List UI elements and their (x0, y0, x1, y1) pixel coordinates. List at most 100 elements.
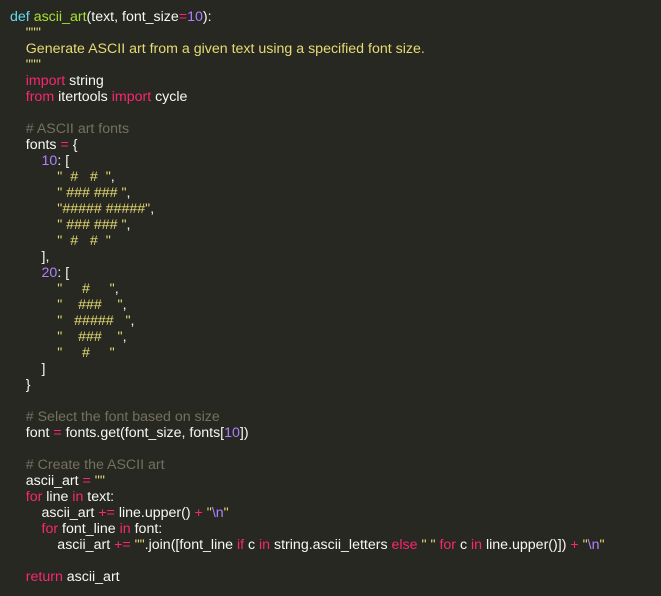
code-token: " # " (10, 345, 115, 361)
code-line: " ### ### ", (10, 217, 661, 233)
code-line: "##### #####", (10, 201, 661, 217)
code-token: (text, font_size (86, 9, 179, 25)
code-token: for (10, 521, 59, 537)
code-line: """ (10, 57, 661, 73)
code-token: Generate ASCII art from a given text usi… (10, 41, 425, 57)
code-token: font_line (58, 521, 120, 537)
code-line: Generate ASCII art from a given text usi… (10, 41, 661, 57)
code-token: " (223, 505, 229, 521)
code-line: ascii_art += "".join([font_line if c in … (10, 537, 661, 553)
code-token: " # # " (10, 233, 111, 249)
code-token: ): (202, 9, 212, 25)
code-token: = (178, 9, 188, 25)
code-line: return ascii_art (10, 569, 661, 585)
code-line: # Select the font based on size (10, 409, 661, 425)
code-token: " (599, 537, 605, 553)
code-token: "" (130, 537, 145, 553)
code-token: ascii_art (10, 473, 83, 489)
code-token: \n (587, 537, 600, 553)
code-token: " (202, 505, 212, 521)
code-line: " ### ### ", (10, 185, 661, 201)
code-token: from (10, 89, 55, 105)
code-token: line.upper() (114, 505, 195, 521)
code-token: : [ (57, 265, 70, 281)
code-line: " # # " (10, 233, 661, 249)
code-token: cycle (151, 89, 188, 105)
code-line: " ##### ", (10, 313, 661, 329)
code-line: for line in text: (10, 489, 661, 505)
code-token: if (236, 537, 245, 553)
code-token: for (10, 489, 43, 505)
code-line: ascii_art = "" (10, 473, 661, 489)
code-token: " ##### " (10, 313, 131, 329)
code-token: """ (10, 25, 41, 41)
code-token: = (60, 137, 69, 153)
code-token: c (456, 537, 471, 553)
code-token: """ (10, 57, 41, 73)
code-token: font: (130, 521, 163, 537)
code-token: , (126, 185, 131, 201)
code-token: , (130, 313, 135, 329)
code-line: import string (10, 73, 661, 89)
code-token: " ### " (10, 297, 123, 313)
code-token: in (72, 489, 84, 505)
code-line: fonts = { (10, 137, 661, 153)
code-token: .join([font_line (144, 537, 237, 553)
code-token: : [ (57, 153, 70, 169)
code-token: line.upper()]) (482, 537, 571, 553)
code-line: ascii_art += line.upper() + "\n" (10, 505, 661, 521)
code-token: for (435, 537, 457, 553)
code-line: 20: [ (10, 265, 661, 281)
code-line: def ascii_art(text, font_size=10): (10, 9, 661, 25)
code-token: ] (10, 361, 46, 377)
code-line: " ### ", (10, 297, 661, 313)
code-token: # Create the ASCII art (10, 457, 165, 473)
code-token: { (68, 137, 78, 153)
code-line: " # " (10, 345, 661, 361)
code-token: ascii_art (62, 569, 120, 585)
code-line: from itertools import cycle (10, 89, 661, 105)
code-token: ascii_art (10, 505, 99, 521)
code-line: # ASCII art fonts (10, 121, 661, 137)
code-token: , (122, 329, 127, 345)
code-token: in (119, 521, 131, 537)
code-token: in (471, 537, 483, 553)
code-line: " ### ", (10, 329, 661, 345)
code-line: " # # ", (10, 169, 661, 185)
code-token: # Select the font based on size (10, 409, 220, 425)
code-line: " # ", (10, 281, 661, 297)
code-token: fonts (10, 137, 61, 153)
code-token: import (111, 89, 152, 105)
code-token: text: (83, 489, 115, 505)
code-token: font (10, 425, 54, 441)
code-token: string.ascii_letters (270, 537, 392, 553)
code-token: itertools (54, 89, 112, 105)
code-token: line (42, 489, 73, 505)
code-token: " ### " (10, 329, 123, 345)
code-token: += (98, 505, 115, 521)
code-token: , (150, 201, 155, 217)
code-token: " ### ### " (10, 185, 127, 201)
code-token: \n (211, 505, 224, 521)
code-line: font = fonts.get(font_size, fonts[10]) (10, 425, 661, 441)
code-token: else (391, 537, 418, 553)
code-token: import (10, 73, 66, 89)
code-token: } (10, 377, 31, 393)
code-editor[interactable]: def ascii_art(text, font_size=10): """ G… (0, 0, 661, 596)
code-token: 20 (10, 265, 58, 281)
code-token: " # # " (10, 169, 111, 185)
code-token: in (259, 537, 271, 553)
code-token: , (110, 169, 115, 185)
code-token: = (53, 425, 62, 441)
code-token: " ### ### " (10, 217, 127, 233)
code-token: 10 (187, 9, 203, 25)
code-token: # ASCII art fonts (10, 121, 130, 137)
code-token: , (126, 217, 131, 233)
code-token: "##### #####" (10, 201, 151, 217)
code-token: 10 (10, 153, 58, 169)
code-line: 10: [ (10, 153, 661, 169)
code-token: + (194, 505, 203, 521)
